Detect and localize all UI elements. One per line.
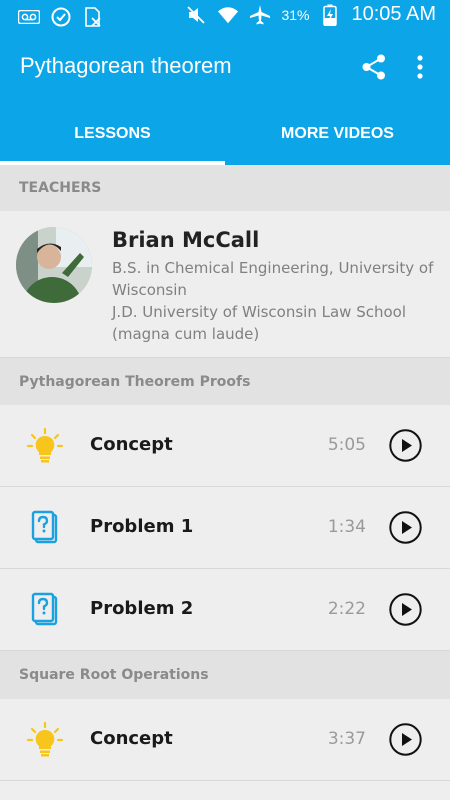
section-header-proofs: Pythagorean Theorem Proofs [0, 358, 450, 405]
section-header-teachers: TEACHERS [0, 165, 450, 211]
more-vert-icon[interactable] [408, 53, 432, 81]
play-icon[interactable] [389, 723, 422, 756]
status-bar: 31% 10:05 AM [0, 0, 450, 33]
airplane-icon [249, 4, 271, 26]
lesson-title: Concept [90, 728, 173, 749]
battery-percent: 31% [281, 6, 310, 23]
avatar [16, 227, 92, 303]
lesson-row-problem-2[interactable]: Problem 2 2:22 [0, 569, 450, 651]
play-icon[interactable] [389, 429, 422, 462]
question-cards-icon [26, 509, 64, 547]
clock: 10:05 AM [351, 3, 436, 25]
lesson-title: Problem 2 [90, 598, 194, 619]
lightbulb-icon [26, 427, 64, 465]
play-icon[interactable] [389, 511, 422, 544]
section-header-square-root: Square Root Operations [0, 651, 450, 699]
tab-lessons[interactable]: LESSONS [0, 103, 225, 165]
lesson-duration: 3:37 [327, 729, 366, 749]
lesson-duration: 2:22 [327, 599, 366, 619]
battery-charging-icon [319, 4, 341, 26]
teacher-bio-line: J.D. University of Wisconsin Law School … [112, 303, 406, 343]
wifi-icon [217, 4, 239, 26]
lesson-row-concept[interactable]: Concept 3:37 [0, 699, 450, 781]
lesson-row-concept[interactable]: Concept 5:05 [0, 405, 450, 487]
page-title: Pythagorean theorem [20, 53, 232, 78]
app-bar: Pythagorean theorem [0, 33, 450, 103]
teacher-name: Brian McCall [112, 228, 260, 252]
lesson-title: Problem 1 [90, 516, 194, 537]
voicemail-icon [18, 6, 40, 28]
lightbulb-icon [26, 721, 64, 759]
tab-more-videos[interactable]: MORE VIDEOS [225, 103, 450, 165]
play-icon[interactable] [389, 593, 422, 626]
lesson-title: Concept [90, 434, 173, 455]
lesson-row-problem-1[interactable]: Problem 1 1:34 [0, 487, 450, 569]
check-circle-icon [50, 6, 72, 28]
lesson-duration: 1:34 [327, 517, 366, 537]
question-cards-icon [26, 591, 64, 629]
teacher-bio: B.S. in Chemical Engineering, University… [112, 257, 442, 345]
lesson-duration: 5:05 [327, 435, 366, 455]
share-icon[interactable] [360, 53, 388, 81]
tab-bar: LESSONS MORE VIDEOS [0, 103, 450, 165]
teacher-bio-line: B.S. in Chemical Engineering, University… [112, 259, 434, 299]
sim-x-icon [82, 6, 104, 28]
mute-icon [185, 4, 207, 26]
